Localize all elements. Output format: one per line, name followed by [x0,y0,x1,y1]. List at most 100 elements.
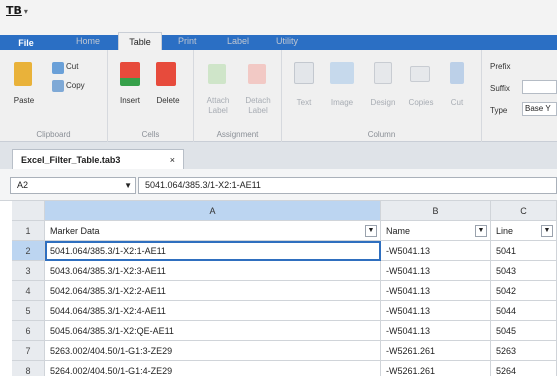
row-number[interactable]: 4 [12,281,45,301]
cell-marker-data[interactable]: 5264.002/404.50/1-G1:4-ZE29 [45,361,381,376]
properties-group: Prefix Suffix Type Base Y [482,50,557,142]
column-header-c[interactable]: C [491,201,557,221]
cell-name[interactable]: -W5041.13 [381,321,491,341]
header-cell-line[interactable]: Line ▼ [491,221,557,241]
cell-line[interactable]: 5041 [491,241,557,261]
row-number[interactable]: 5 [12,301,45,321]
row-number[interactable]: 7 [12,341,45,361]
table-header-row: 1 Marker Data ▼ Name ▼ Line ▼ [12,221,557,241]
cell-marker-data[interactable]: 5043.064/385.3/1-X2:3-AE11 [45,261,381,281]
tab-utility[interactable]: Utility [276,36,298,46]
paste-icon [14,62,32,86]
design-button[interactable]: Design [366,98,400,107]
cell-name[interactable]: -W5261.261 [381,341,491,361]
document-tab[interactable]: Excel_Filter_Table.tab3 × [12,149,184,169]
cell-name[interactable]: -W5261.261 [381,361,491,376]
design-icon [374,62,392,84]
filter-dropdown-icon[interactable]: ▼ [541,225,553,237]
cell-marker-data[interactable]: 5263.002/404.50/1-G1:3-ZE29 [45,341,381,361]
table-row: 6 5045.064/385.3/1-X2:QE-AE11 -W5041.13 … [12,321,557,341]
close-icon[interactable]: × [170,150,175,170]
row-number[interactable]: 3 [12,261,45,281]
table-row: 2 5041.064/385.3/1-X2:1-AE11 -W5041.13 5… [12,241,557,261]
select-all-corner[interactable] [12,201,45,221]
copies-button[interactable]: Copies [404,98,438,107]
column-group: Text Image Design Copies Cut Column [282,50,482,142]
detach-label-button[interactable]: Detach Label [238,96,278,116]
table-row: 4 5042.064/385.3/1-X2:2-AE11 -W5041.13 5… [12,281,557,301]
cell-marker-data[interactable]: 5044.064/385.3/1-X2:4-AE11 [45,301,381,321]
row-number[interactable]: 6 [12,321,45,341]
document-tab-title: Excel_Filter_Table.tab3 [21,155,121,165]
column-cut-icon [450,62,464,84]
suffix-label: Suffix [490,84,510,93]
quick-access-dropdown-icon[interactable]: ▾ [24,7,28,16]
tab-file[interactable]: File [0,35,52,51]
copy-button[interactable]: Copy [66,81,85,90]
column-header-a[interactable]: A [45,201,381,221]
tab-print[interactable]: Print [178,36,197,46]
image-button[interactable]: Image [326,98,358,107]
spreadsheet-grid: A B C 1 Marker Data ▼ Name ▼ Line ▼ 2 50… [12,201,557,376]
name-box[interactable]: A2 ▼ [10,177,136,194]
text-icon [294,62,314,84]
clipboard-group-label: Clipboard [36,130,71,139]
cell-name[interactable]: -W5041.13 [381,281,491,301]
cell-line[interactable]: 5263 [491,341,557,361]
cell-line[interactable]: 5264 [491,361,557,376]
cells-group-label: Cells [141,130,160,139]
tab-label[interactable]: Label [227,36,249,46]
prefix-label: Prefix [490,62,511,71]
insert-button[interactable]: Insert [112,96,148,105]
title-bar: TB ▾ [0,0,557,22]
column-header-b[interactable]: B [381,201,491,221]
column-cut-button[interactable]: Cut [444,98,470,107]
image-icon [330,62,354,84]
cell-line[interactable]: 5043 [491,261,557,281]
cell-name[interactable]: -W5041.13 [381,241,491,261]
cells-group: Insert Delete Cells [108,50,194,142]
clipboard-group: Paste Cut Copy Clipboard [0,50,108,142]
row-number[interactable]: 8 [12,361,45,376]
column-group-label: Column [367,130,396,139]
table-row: 8 5264.002/404.50/1-G1:4-ZE29 -W5261.261… [12,361,557,376]
table-row: 7 5263.002/404.50/1-G1:3-ZE29 -W5261.261… [12,341,557,361]
chevron-down-icon[interactable]: ▼ [124,178,132,193]
cut-button[interactable]: Cut [66,62,78,71]
ribbon: Paste Cut Copy Clipboard Insert Delete C… [0,50,557,142]
header-cell-marker-data[interactable]: Marker Data ▼ [45,221,381,241]
header-cell-text: Marker Data [50,226,100,236]
suffix-input[interactable] [522,80,557,94]
table-row: 3 5043.064/385.3/1-X2:3-AE11 -W5041.13 5… [12,261,557,281]
formula-input[interactable]: 5041.064/385.3/1-X2:1-AE11 [138,177,557,194]
header-cell-text: Name [386,226,411,236]
filter-dropdown-icon[interactable]: ▼ [365,225,377,237]
column-header-row: A B C [12,201,557,221]
tab-table[interactable]: Table [118,32,162,51]
cell-line[interactable]: 5042 [491,281,557,301]
header-cell-text: Line [496,226,514,236]
copies-icon [410,66,430,82]
attach-label-button[interactable]: Attach Label [198,96,238,116]
paste-button[interactable]: Paste [4,96,44,105]
cell-marker-data[interactable]: 5045.064/385.3/1-X2:QE-AE11 [45,321,381,341]
cell-marker-data[interactable]: 5041.064/385.3/1-X2:1-AE11 [45,241,381,261]
delete-button[interactable]: Delete [150,96,186,105]
filter-dropdown-icon[interactable]: ▼ [475,225,487,237]
cell-name[interactable]: -W5041.13 [381,301,491,321]
delete-icon [156,62,176,86]
text-button[interactable]: Text [290,98,318,107]
cell-name[interactable]: -W5041.13 [381,261,491,281]
cell-line[interactable]: 5045 [491,321,557,341]
header-cell-name[interactable]: Name ▼ [381,221,491,241]
assignment-group-label: Assignment [216,130,259,139]
tab-home[interactable]: Home [76,36,100,46]
copy-icon [52,80,64,92]
row-number[interactable]: 2 [12,241,45,261]
cell-marker-data[interactable]: 5042.064/385.3/1-X2:2-AE11 [45,281,381,301]
row-number[interactable]: 1 [12,221,45,241]
formula-bar: A2 ▼ 5041.064/385.3/1-X2:1-AE11 [0,169,557,201]
type-select[interactable]: Base Y [522,102,557,116]
app-icon[interactable]: TB ▾ [6,4,28,17]
cell-line[interactable]: 5044 [491,301,557,321]
